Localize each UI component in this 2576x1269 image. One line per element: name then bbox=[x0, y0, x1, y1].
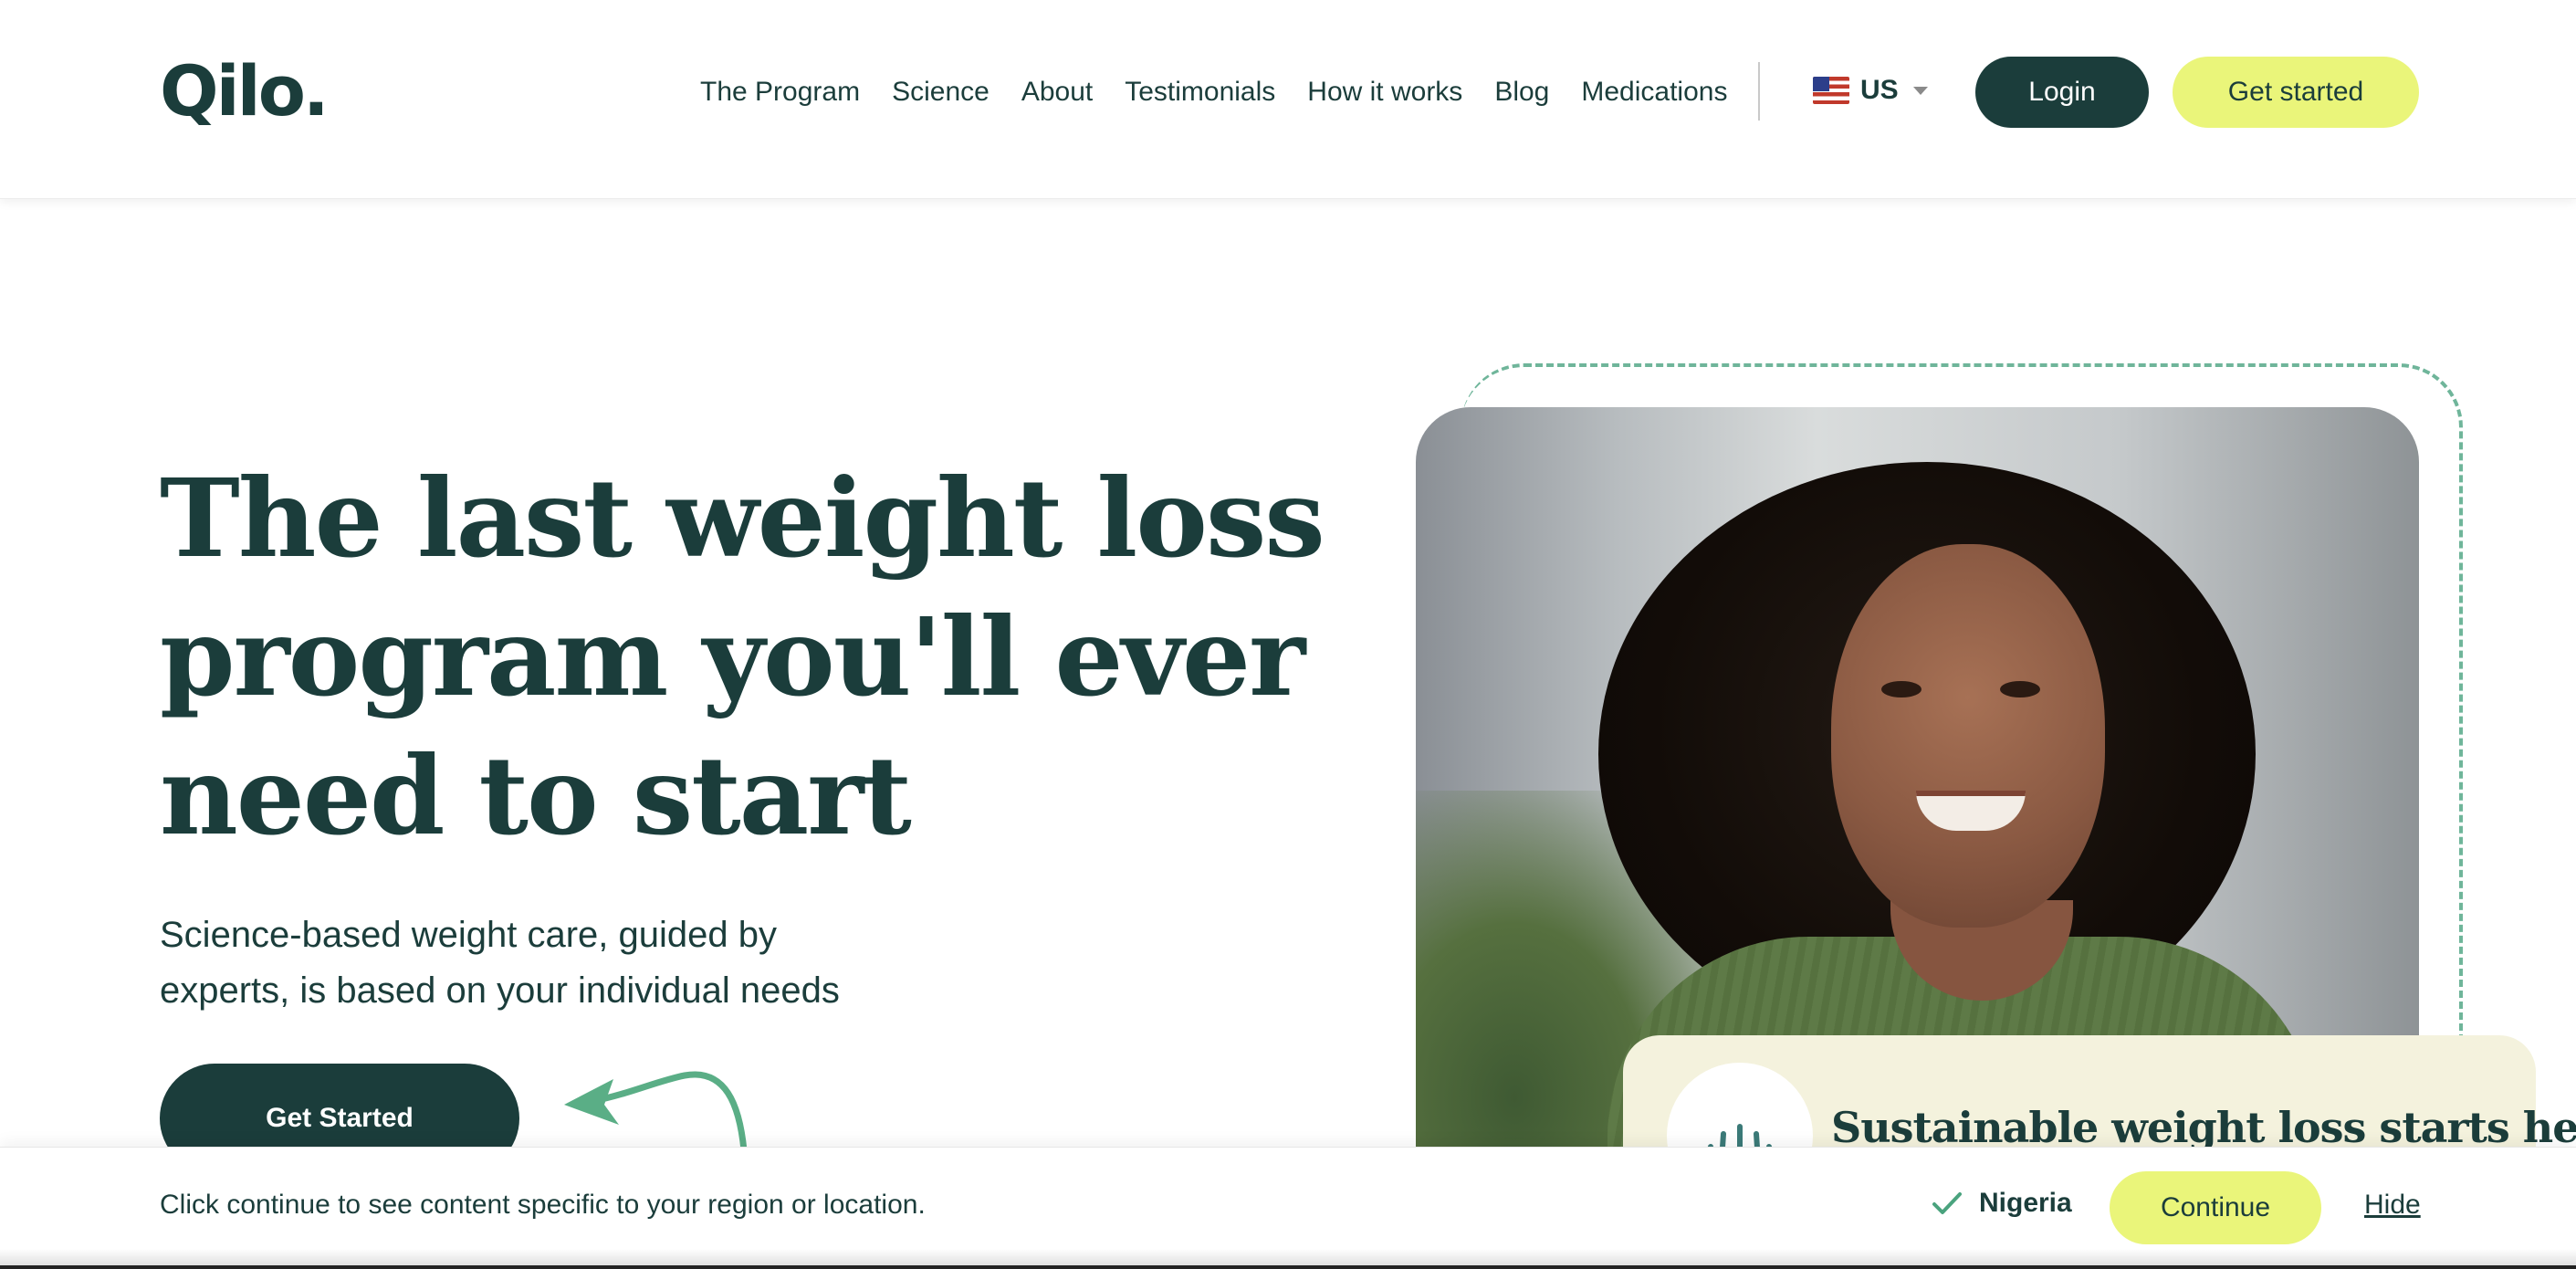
nav-divider bbox=[1758, 62, 1760, 121]
check-icon bbox=[1932, 1192, 1962, 1214]
locale-label: US bbox=[1860, 75, 1899, 105]
nav-item-medications[interactable]: Medications bbox=[1581, 69, 1727, 115]
us-flag-icon bbox=[1813, 77, 1849, 104]
selected-country[interactable]: Nigeria bbox=[1932, 1188, 2072, 1219]
window-bottom-edge bbox=[0, 1265, 2576, 1269]
nav-item-how-it-works[interactable]: How it works bbox=[1307, 69, 1462, 115]
login-button[interactable]: Login bbox=[1975, 57, 2149, 128]
nav-item-blog[interactable]: Blog bbox=[1494, 69, 1549, 115]
logo[interactable]: Qilo. bbox=[160, 57, 330, 126]
hide-link[interactable]: Hide bbox=[2364, 1190, 2421, 1221]
nav-item-science[interactable]: Science bbox=[892, 69, 990, 115]
hero-headline: The last weight loss program you'll ever… bbox=[160, 455, 1325, 859]
country-label: Nigeria bbox=[1979, 1188, 2072, 1218]
nav-item-testimonials[interactable]: Testimonials bbox=[1125, 69, 1275, 115]
locale-selector[interactable]: US bbox=[1813, 75, 1928, 106]
region-message: Click continue to see content specific t… bbox=[160, 1190, 926, 1220]
nav-item-the-program[interactable]: The Program bbox=[700, 69, 860, 115]
promo-card-text: Sustainable weight loss starts here bbox=[1831, 1103, 2576, 1152]
nav-item-about[interactable]: About bbox=[1021, 69, 1093, 115]
main-nav: The Program Science About Testimonials H… bbox=[700, 69, 1759, 115]
region-banner: Click continue to see content specific t… bbox=[0, 1147, 2576, 1269]
curved-arrow-icon bbox=[564, 1071, 748, 1150]
site-header: Qilo. The Program Science About Testimon… bbox=[0, 0, 2576, 199]
get-started-button[interactable]: Get started bbox=[2173, 57, 2419, 128]
hero-subtitle: Science-based weight care, guided by exp… bbox=[160, 915, 840, 1011]
continue-button[interactable]: Continue bbox=[2110, 1171, 2321, 1244]
chevron-down-icon bbox=[1912, 86, 1928, 95]
